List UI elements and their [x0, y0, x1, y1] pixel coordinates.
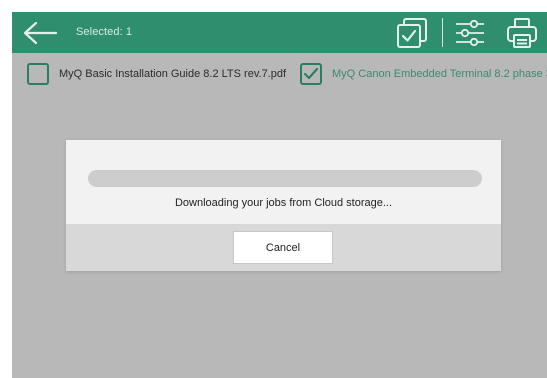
status-message: Downloading your jobs from Cloud storage…	[174, 197, 393, 209]
document-name: MyQ Basic Installation Guide 8.2 LTS rev…	[59, 68, 287, 80]
terminal-screen: Selected: 1 MyQ Basic Installation Guide…	[12, 12, 547, 378]
printer-icon	[507, 17, 537, 48]
progress-bar	[88, 170, 482, 187]
document-item[interactable]: MyQ Basic Installation Guide 8.2 LTS rev…	[27, 53, 286, 95]
back-arrow-icon	[23, 21, 58, 44]
document-row: MyQ Basic Installation Guide 8.2 LTS rev…	[12, 53, 547, 95]
checkmark-icon	[303, 67, 319, 80]
select-all-icon	[397, 17, 427, 48]
settings-button[interactable]	[450, 15, 490, 50]
cancel-button[interactable]: Cancel	[233, 231, 333, 264]
select-all-button[interactable]	[392, 15, 432, 50]
document-checkbox-unchecked[interactable]	[27, 63, 49, 85]
toolbar-divider	[442, 18, 443, 47]
top-bar: Selected: 1	[12, 12, 547, 53]
document-checkbox-checked[interactable]	[300, 63, 322, 85]
dialog-footer: Cancel	[66, 224, 501, 271]
selected-count: Selected: 1	[76, 26, 133, 38]
document-item-selected[interactable]: MyQ Canon Embedded Terminal 8.2 phase 3 …	[300, 53, 547, 95]
settings-sliders-icon	[456, 19, 484, 46]
document-name: MyQ Canon Embedded Terminal 8.2 phase 3 …	[332, 68, 547, 80]
print-button[interactable]	[502, 15, 542, 50]
back-button[interactable]	[18, 16, 62, 49]
download-dialog: Downloading your jobs from Cloud storage…	[66, 140, 501, 271]
